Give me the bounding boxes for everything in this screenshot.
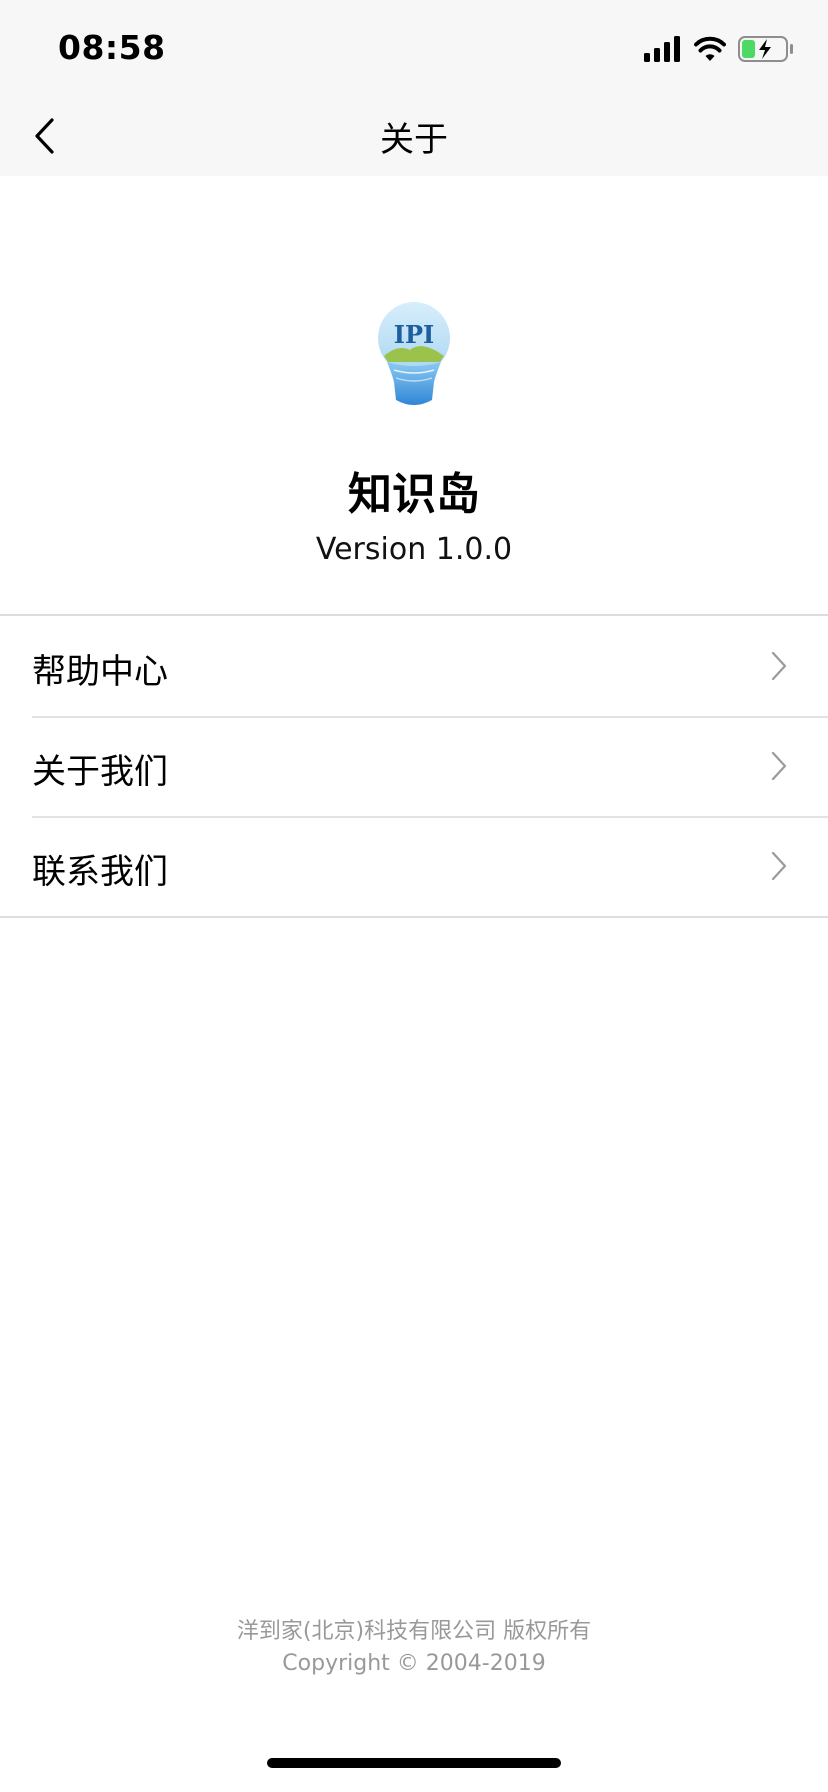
menu-item-help-center[interactable]: 帮助中心 <box>0 616 828 716</box>
menu-item-label: 联系我们 <box>32 852 168 892</box>
menu-item-label: 帮助中心 <box>32 652 168 692</box>
menu-item-contact-us[interactable]: 联系我们 <box>0 816 828 916</box>
nav-bar: 关于 <box>0 96 828 176</box>
status-time: 08:58 <box>58 28 166 67</box>
footer-company: 洋到家(北京)科技有限公司 版权所有 <box>236 1619 592 1644</box>
app-version: Version 1.0.0 <box>315 532 513 567</box>
battery-charging-icon <box>738 36 794 62</box>
footer: 洋到家(北京)科技有限公司 版权所有 Copyright © 2004-2019 <box>0 1616 828 1680</box>
chevron-right-icon <box>770 750 788 782</box>
chevron-right-icon <box>770 850 788 882</box>
home-indicator[interactable] <box>267 1758 561 1768</box>
menu-list: 帮助中心 关于我们 联系我们 <box>0 614 828 918</box>
footer-copyright: Copyright © 2004-2019 <box>282 1651 546 1676</box>
logo-text: IPI <box>394 320 435 349</box>
about-screen: 08:58 关于 IPI 知识岛 Version 1.0.0 帮助中心 关于我们… <box>0 0 828 1792</box>
chevron-right-icon <box>770 650 788 682</box>
page-title: 关于 <box>380 120 448 160</box>
app-logo: IPI <box>374 300 454 408</box>
signal-icon <box>644 36 682 62</box>
status-icons <box>644 34 794 64</box>
menu-item-about-us[interactable]: 关于我们 <box>0 716 828 816</box>
wifi-icon <box>694 36 726 62</box>
app-name: 知识岛 <box>348 469 480 520</box>
menu-item-label: 关于我们 <box>32 752 168 792</box>
header: 08:58 关于 <box>0 0 828 176</box>
app-info: IPI 知识岛 Version 1.0.0 <box>0 176 828 614</box>
status-bar: 08:58 <box>0 0 828 96</box>
